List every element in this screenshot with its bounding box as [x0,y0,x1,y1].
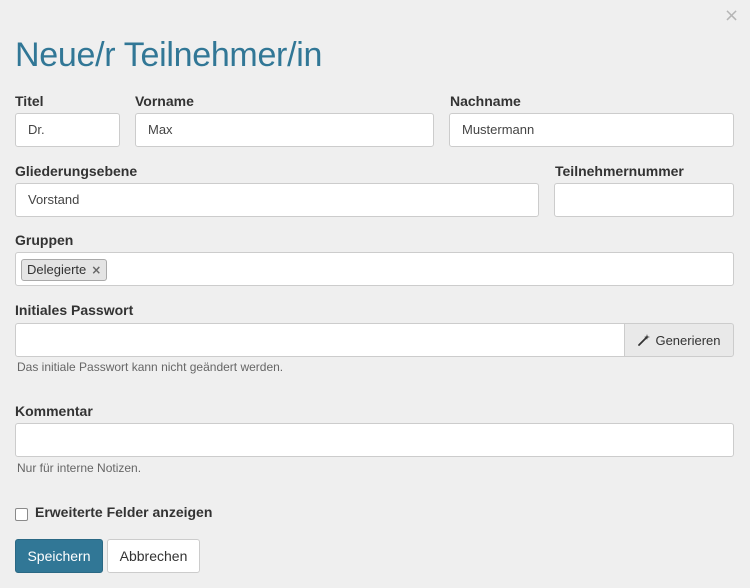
passwort-label: Initiales Passwort [15,302,134,318]
titel-input[interactable]: Dr. [15,113,120,147]
vorname-input[interactable]: Max [135,113,434,147]
vorname-label: Vorname [135,93,194,109]
group-chip-label: Delegierte [27,262,87,277]
magic-wand-icon [638,334,651,346]
kommentar-label: Kommentar [15,403,93,419]
dialog-title: Neue/r Teilnehmer/in [15,36,323,74]
gruppen-label: Gruppen [15,232,74,248]
nachname-label: Nachname [450,93,521,109]
passwort-input[interactable] [15,323,625,357]
close-icon[interactable]: × [724,6,739,26]
group-chip: Delegierte × [21,259,108,281]
kommentar-help: Nur für interne Notizen. [17,461,142,475]
gliederung-select[interactable]: Vorstand [15,183,539,217]
kommentar-input[interactable] [15,423,734,457]
teilnehmernummer-label: Teilnehmernummer [555,163,684,179]
save-button[interactable]: Speichern [15,539,103,573]
generate-label: Generieren [655,332,721,348]
cancel-button[interactable]: Abbrechen [107,539,200,573]
extended-fields-checkbox[interactable] [15,508,28,521]
gliederung-label: Gliederungsebene [15,163,138,179]
gruppen-select[interactable] [15,252,734,286]
teilnehmernummer-input[interactable] [554,183,734,217]
nachname-input[interactable]: Mustermann [449,113,734,147]
generate-button[interactable]: Generieren [624,323,734,357]
titel-label: Titel [15,93,44,109]
passwort-help: Das initiale Passwort kann nicht geänder… [17,360,284,374]
extended-fields-label[interactable]: Erweiterte Felder anzeigen [35,504,212,520]
remove-chip-icon[interactable]: × [91,260,101,280]
